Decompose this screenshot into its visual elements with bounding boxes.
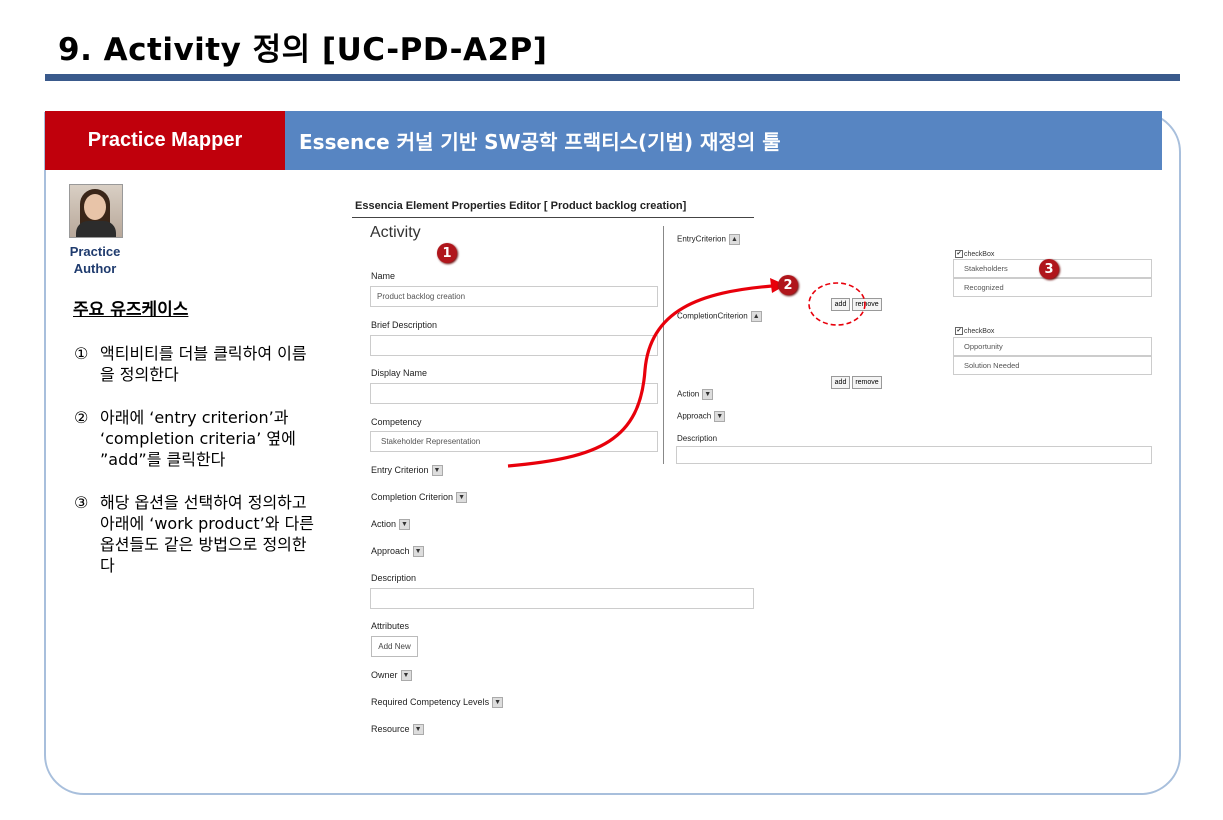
avatar-body xyxy=(76,221,116,237)
completion-checkbox-label: checkBox xyxy=(964,327,995,335)
action-row: Action ▼ xyxy=(371,519,411,531)
add-new-button[interactable]: Add New xyxy=(371,636,418,657)
usecase-step: ② 아래에 ‘entry criterion’과 ‘completion cri… xyxy=(74,407,319,470)
detail-action-label: Action xyxy=(677,389,700,399)
completion-criterion-toggle-icon[interactable]: ▼ xyxy=(456,492,468,504)
banner-description: Essence 커널 기반 SW공학 프랙티스(기법) 재정의 툴 xyxy=(285,111,1162,170)
competency-field[interactable]: Stakeholder Representation xyxy=(370,431,658,452)
author-role: Practice Author xyxy=(58,243,132,277)
competency-label: Competency xyxy=(371,417,422,427)
required-competency-toggle-icon[interactable]: ▼ xyxy=(492,697,504,709)
detail-completion-label: CompletionCriterion xyxy=(677,311,748,321)
detail-entry-collapse-icon[interactable]: ▲ xyxy=(728,234,740,245)
usecase-steps: ① 액티비티를 더블 클릭하여 이름을 정의한다 ② 아래에 ‘entry cr… xyxy=(74,343,319,598)
step-number: ① xyxy=(74,344,89,363)
entry-checkbox-label: checkBox xyxy=(964,250,995,258)
entry-add-button[interactable]: add xyxy=(831,298,850,311)
name-field[interactable]: Product backlog creation xyxy=(370,286,658,307)
step-text: 해당 옵션을 선택하여 정의하고 아래에 ‘work product’와 다른 … xyxy=(100,493,315,575)
detail-approach-row: Approach ▼ xyxy=(677,411,726,422)
author-line-1: Practice xyxy=(69,244,121,259)
owner-row: Owner ▼ xyxy=(371,670,412,682)
title-underline xyxy=(45,74,1180,81)
attributes-label: Attributes xyxy=(371,621,410,631)
action-label: Action xyxy=(371,519,397,529)
entry-criterion-label: Entry Criterion xyxy=(371,465,429,475)
entry-checkbox[interactable]: ✔ xyxy=(955,250,963,258)
completion-criterion-row: Completion Criterion ▼ xyxy=(371,492,468,504)
detail-description-field[interactable] xyxy=(676,446,1152,464)
required-competency-label: Required Competency Levels xyxy=(371,697,490,707)
display-name-field[interactable] xyxy=(370,383,658,404)
editor-title: Essencia Element Properties Editor [ Pro… xyxy=(355,200,687,212)
detail-entry-label: EntryCriterion xyxy=(677,234,726,244)
owner-label: Owner xyxy=(371,670,398,680)
avatar-face xyxy=(84,194,106,220)
step-number: ② xyxy=(74,408,89,427)
resource-row: Resource ▼ xyxy=(371,724,424,736)
step-number: ③ xyxy=(74,493,89,512)
brief-description-label: Brief Description xyxy=(371,320,438,330)
resource-toggle-icon[interactable]: ▼ xyxy=(412,724,424,736)
detail-approach-label: Approach xyxy=(677,411,712,421)
usecase-step: ① 액티비티를 더블 클릭하여 이름을 정의한다 xyxy=(74,343,319,385)
action-toggle-icon[interactable]: ▼ xyxy=(399,519,411,531)
marker-2: 2 xyxy=(778,275,798,295)
brief-description-field[interactable] xyxy=(370,335,658,356)
usecase-title: 주요 유즈케이스 xyxy=(73,300,189,320)
step-text: 액티비티를 더블 클릭하여 이름을 정의한다 xyxy=(100,344,307,384)
entry-criterion-toggle-icon[interactable]: ▼ xyxy=(431,465,443,477)
description-field[interactable] xyxy=(370,588,754,609)
description-label: Description xyxy=(371,573,417,583)
entry-criterion-row: Entry Criterion ▼ xyxy=(371,465,443,477)
author-line-2: Author xyxy=(73,261,117,276)
completion-item-field[interactable]: Solution Needed xyxy=(953,356,1152,375)
detail-completion-row: CompletionCriterion ▲ xyxy=(677,311,762,322)
detail-description-label: Description xyxy=(677,434,718,443)
approach-toggle-icon[interactable]: ▼ xyxy=(412,546,424,558)
banner-practice-mapper: Practice Mapper xyxy=(45,111,285,170)
approach-label: Approach xyxy=(371,546,410,556)
detail-action-row: Action ▼ xyxy=(677,389,714,400)
detail-approach-toggle-icon[interactable]: ▼ xyxy=(714,411,726,422)
editor-heading: Activity xyxy=(370,224,421,241)
display-name-label: Display Name xyxy=(371,368,428,378)
completion-checkbox[interactable]: ✔ xyxy=(955,327,963,335)
resource-label: Resource xyxy=(371,724,410,734)
editor-title-rule xyxy=(352,217,754,218)
detail-entry-row: EntryCriterion ▲ xyxy=(677,234,740,245)
completion-criterion-label: Completion Criterion xyxy=(371,492,454,502)
entry-item-field[interactable]: Recognized xyxy=(953,278,1152,297)
marker-3: 3 xyxy=(1039,259,1059,279)
detail-completion-collapse-icon[interactable]: ▲ xyxy=(750,311,762,322)
editor-divider xyxy=(663,226,664,464)
completion-item-field[interactable]: Opportunity xyxy=(953,337,1152,356)
completion-checkbox-header: ✔ checkBox xyxy=(955,327,994,335)
detail-action-toggle-icon[interactable]: ▼ xyxy=(702,389,714,400)
completion-remove-button[interactable]: remove xyxy=(852,376,882,389)
step-text: 아래에 ‘entry criterion’과 ‘completion crite… xyxy=(100,408,296,469)
required-competency-row: Required Competency Levels ▼ xyxy=(371,697,504,709)
usecase-step: ③ 해당 옵션을 선택하여 정의하고 아래에 ‘work product’와 다… xyxy=(74,492,319,576)
entry-checkbox-header: ✔ checkBox xyxy=(955,250,994,258)
name-label: Name xyxy=(371,271,396,281)
page-title: 9. Activity 정의 [UC-PD-A2P] xyxy=(58,32,548,68)
entry-remove-button[interactable]: remove xyxy=(852,298,882,311)
owner-toggle-icon[interactable]: ▼ xyxy=(400,670,412,682)
completion-add-button[interactable]: add xyxy=(831,376,850,389)
marker-1: 1 xyxy=(437,243,457,263)
avatar xyxy=(69,184,123,238)
approach-row: Approach ▼ xyxy=(371,546,424,558)
